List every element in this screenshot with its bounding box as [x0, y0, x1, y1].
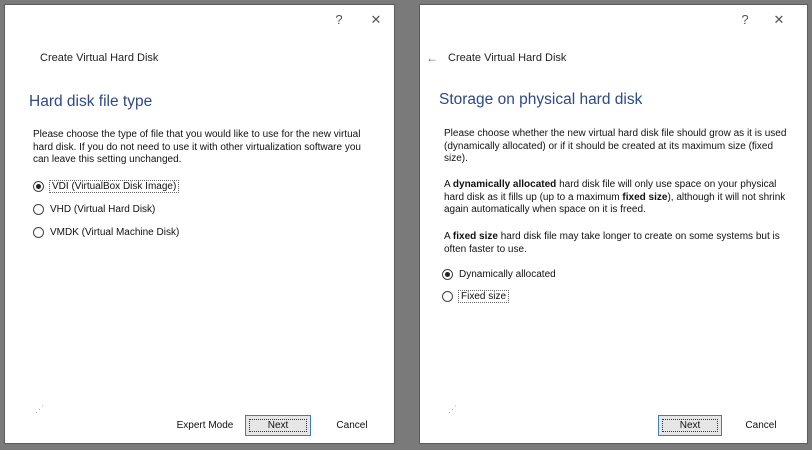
radio-label-vhd: VHD (Virtual Hard Disk) [50, 204, 156, 215]
radio-dynamically-allocated[interactable]: Dynamically allocated [442, 269, 556, 280]
wizard-title: Create Virtual Hard Disk [40, 52, 159, 64]
bold-term: dynamically allocated [452, 179, 557, 190]
help-icon[interactable]: ? [736, 11, 754, 29]
expert-mode-button[interactable]: Expert Mode [171, 415, 239, 436]
radio-label-vmdk: VMDK (Virtual Machine Disk) [50, 227, 180, 238]
size-grip-icon: ⋰ [35, 404, 44, 414]
size-grip-icon: ⋰ [448, 404, 457, 414]
close-icon[interactable]: ✕ [770, 11, 788, 29]
text-fragment: A [444, 179, 453, 190]
radio-button[interactable] [442, 291, 453, 302]
back-arrow-icon[interactable]: ← [426, 51, 438, 65]
page-heading: Hard disk file type [29, 93, 153, 110]
next-button[interactable]: Next [245, 415, 311, 436]
next-button-label: Next [246, 416, 310, 435]
wizard-title: Create Virtual Hard Disk [448, 52, 567, 64]
close-icon[interactable]: ✕ [367, 11, 385, 29]
dynamic-explanation-text: A dynamically allocated hard disk file w… [444, 179, 789, 217]
next-button-label: Next [659, 416, 721, 435]
help-icon[interactable]: ? [330, 11, 348, 29]
cancel-button[interactable]: Cancel [321, 415, 383, 436]
radio-button[interactable] [33, 227, 44, 238]
bold-term: fixed size [452, 231, 498, 242]
radio-vmdk[interactable]: VMDK (Virtual Machine Disk) [33, 227, 179, 238]
text-fragment: A [444, 231, 453, 242]
radio-button-checked[interactable] [442, 269, 453, 280]
page-heading: Storage on physical hard disk [439, 91, 643, 108]
cancel-button[interactable]: Cancel [730, 415, 792, 436]
radio-vhd[interactable]: VHD (Virtual Hard Disk) [33, 204, 155, 215]
radio-vdi[interactable]: VDI (VirtualBox Disk Image) [33, 180, 180, 193]
description-text: Please choose the type of file that you … [33, 129, 361, 165]
bold-term: fixed size [622, 191, 668, 203]
fixed-explanation-text: A fixed size hard disk file may take lon… [444, 231, 789, 256]
dialog-hard-disk-file-type: ? ✕ Create Virtual Hard Disk Hard disk f… [4, 4, 395, 444]
radio-fixed-size[interactable]: Fixed size [442, 290, 510, 303]
radio-label-fixed: Fixed size [457, 290, 510, 303]
radio-label-vdi: VDI (VirtualBox Disk Image) [48, 180, 180, 193]
radio-label-dynamic: Dynamically allocated [459, 269, 556, 280]
radio-button-checked[interactable] [33, 181, 44, 192]
next-button[interactable]: Next [658, 415, 722, 436]
radio-button[interactable] [33, 204, 44, 215]
description-text: Please choose whether the new virtual ha… [444, 128, 787, 164]
dialog-storage-on-physical-disk: ? ✕ ← Create Virtual Hard Disk Storage o… [419, 4, 808, 444]
